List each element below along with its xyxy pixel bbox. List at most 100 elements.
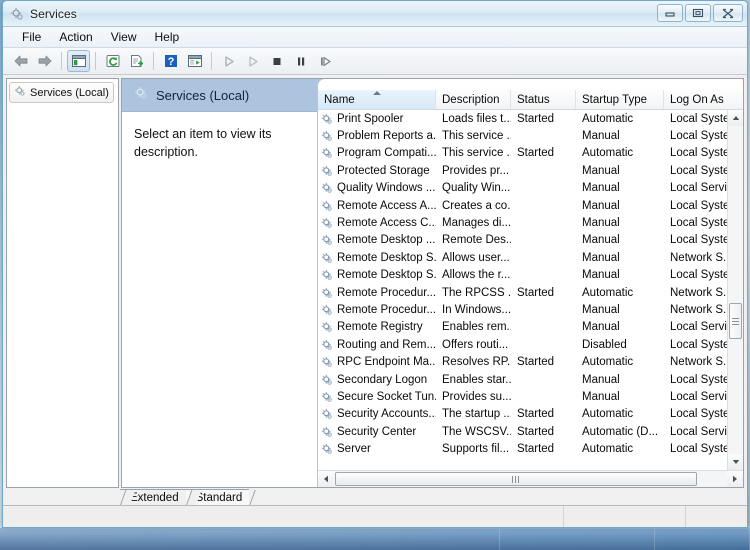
service-gear-icon bbox=[321, 426, 333, 438]
maximize-restore-button[interactable] bbox=[685, 4, 711, 22]
cell-description: Quality Win... bbox=[442, 182, 511, 195]
table-row[interactable]: Secure Socket Tun... Provides su... Manual… bbox=[318, 388, 727, 405]
table-row[interactable]: Problem Reports a... This service ... Manu… bbox=[318, 127, 727, 144]
table-row[interactable]: Protected Storage Provides pr... Manual Loc… bbox=[318, 162, 727, 179]
service-gear-icon bbox=[321, 356, 333, 368]
forward-icon[interactable] bbox=[33, 50, 56, 72]
service-name-label: Program Compati... bbox=[337, 147, 436, 160]
vertical-scroll-track[interactable] bbox=[728, 126, 743, 454]
help-icon[interactable]: ? bbox=[159, 50, 182, 72]
table-row[interactable]: Remote Desktop ... Remote Des... Manual Loc… bbox=[318, 232, 727, 249]
resume-service-icon[interactable] bbox=[241, 50, 264, 72]
table-row[interactable]: Remote Procedur... In Windows... Manual Net… bbox=[318, 301, 727, 318]
table-row[interactable]: Secondary Logon Enables star... Manual Loca… bbox=[318, 371, 727, 388]
service-gear-icon bbox=[321, 165, 333, 177]
tree-item-services-local[interactable]: Services (Local) bbox=[9, 82, 114, 103]
menu-action[interactable]: Action bbox=[50, 29, 101, 45]
restart-service-icon[interactable] bbox=[313, 50, 336, 72]
service-name-label: Print Spooler bbox=[337, 112, 404, 125]
cell-name: Remote Procedur... bbox=[318, 304, 436, 316]
table-row[interactable]: Remote Desktop S... Allows the r... Manual… bbox=[318, 267, 727, 284]
horizontal-scroll-track[interactable] bbox=[334, 471, 727, 487]
table-row[interactable]: Quality Windows ... Quality Win... Manual L… bbox=[318, 180, 727, 197]
tab-standard[interactable]: Standard bbox=[185, 489, 250, 505]
pause-service-icon[interactable] bbox=[289, 50, 312, 72]
toolbar-separator bbox=[211, 52, 212, 70]
cell-name: Problem Reports a... bbox=[318, 130, 436, 142]
table-row[interactable]: Remote Access C... Manages di... Manual Loc… bbox=[318, 214, 727, 231]
taskbar-clock-area bbox=[655, 529, 750, 550]
table-row[interactable]: Routing and Rem... Offers routi... Disable… bbox=[318, 336, 727, 353]
table-row[interactable]: Remote Procedur... The RPCSS ... Started Au… bbox=[318, 284, 727, 301]
cell-logon: Local Syste... bbox=[670, 443, 727, 456]
cell-description: The startup ... bbox=[442, 408, 511, 421]
service-gear-icon bbox=[321, 391, 333, 403]
column-startup-type[interactable]: Startup Type bbox=[576, 90, 664, 109]
cell-name: Secure Socket Tun... bbox=[318, 391, 436, 403]
column-status[interactable]: Status bbox=[511, 90, 576, 109]
table-row[interactable]: Program Compati... This service ... Starte… bbox=[318, 145, 727, 162]
cell-name: Security Accounts... bbox=[318, 408, 436, 420]
toolbar: ? bbox=[3, 48, 747, 75]
status-second-segment bbox=[563, 506, 685, 527]
menu-file[interactable]: File bbox=[13, 29, 50, 45]
cell-description: Enables star... bbox=[442, 373, 511, 386]
services-gear-icon bbox=[10, 7, 24, 21]
horizontal-scrollbar[interactable] bbox=[318, 470, 743, 487]
cell-status: Started bbox=[517, 425, 555, 438]
menu-help[interactable]: Help bbox=[146, 29, 189, 45]
cell-description: Allows user... bbox=[442, 251, 510, 264]
table-row[interactable]: Remote Access A... Creates a co... Manual L… bbox=[318, 197, 727, 214]
table-row[interactable]: Security Accounts... The startup ... Start… bbox=[318, 406, 727, 423]
table-row[interactable]: Remote Registry Enables rem... Manual Local… bbox=[318, 319, 727, 336]
table-row[interactable]: Security Center The WSCSV... Started Automa… bbox=[318, 423, 727, 440]
title-bar: Services bbox=[3, 1, 747, 27]
cell-name: Remote Desktop ... bbox=[318, 234, 436, 246]
table-row[interactable]: Remote Desktop S... Allows user... Manual N… bbox=[318, 249, 727, 266]
scroll-left-icon[interactable] bbox=[318, 471, 334, 487]
cell-startup: Manual bbox=[582, 217, 620, 230]
cell-description: Loads files t... bbox=[442, 112, 511, 125]
table-row[interactable]: Server Supports fil... Started Automatic Loc… bbox=[318, 440, 727, 457]
cell-logon: Local Syste... bbox=[670, 269, 727, 282]
cell-name: Remote Procedur... bbox=[318, 287, 436, 299]
service-gear-icon bbox=[321, 182, 333, 194]
svg-text:?: ? bbox=[167, 56, 174, 68]
cell-name: Program Compati... bbox=[318, 147, 436, 159]
table-row[interactable]: Print Spooler Loads files t... Started Auto… bbox=[318, 110, 727, 127]
column-name[interactable]: Name bbox=[318, 90, 436, 109]
table-row[interactable]: RPC Endpoint Ma... Resolves RP... Started A… bbox=[318, 353, 727, 370]
minimize-button[interactable] bbox=[657, 4, 683, 22]
refresh-icon[interactable] bbox=[101, 50, 124, 72]
service-name-label: Remote Procedur... bbox=[337, 303, 436, 316]
service-name-label: Remote Access A... bbox=[337, 199, 436, 212]
cell-logon: Local Service bbox=[670, 425, 727, 438]
service-gear-icon bbox=[321, 321, 333, 333]
stop-service-icon[interactable] bbox=[265, 50, 288, 72]
close-button[interactable] bbox=[713, 4, 743, 22]
cell-startup: Automatic bbox=[582, 147, 634, 160]
list-top-curve bbox=[318, 79, 743, 90]
service-name-label: Quality Windows ... bbox=[337, 182, 436, 195]
tab-extended[interactable]: Extended bbox=[120, 489, 186, 505]
details-description: Select an item to view its description. bbox=[134, 127, 272, 160]
back-icon[interactable] bbox=[9, 50, 32, 72]
start-service-icon[interactable] bbox=[217, 50, 240, 72]
cell-name: Quality Windows ... bbox=[318, 182, 436, 194]
column-description[interactable]: Description bbox=[436, 90, 511, 109]
properties-icon[interactable] bbox=[183, 50, 206, 72]
vertical-scrollbar[interactable] bbox=[727, 110, 743, 470]
vertical-scroll-thumb[interactable] bbox=[729, 303, 742, 340]
export-list-icon[interactable] bbox=[125, 50, 148, 72]
cell-name: Protected Storage bbox=[318, 165, 436, 177]
column-log-on-as[interactable]: Log On As bbox=[664, 90, 743, 109]
show-tree-icon[interactable] bbox=[67, 50, 90, 72]
details-header: Services (Local) bbox=[122, 79, 317, 112]
cell-startup: Manual bbox=[582, 321, 620, 334]
menu-view[interactable]: View bbox=[102, 29, 146, 45]
cell-description: Creates a co... bbox=[442, 199, 511, 212]
scroll-right-icon[interactable] bbox=[727, 471, 743, 487]
horizontal-scroll-thumb[interactable] bbox=[335, 472, 697, 486]
scroll-up-icon[interactable] bbox=[728, 110, 743, 126]
scroll-down-icon[interactable] bbox=[728, 454, 743, 470]
